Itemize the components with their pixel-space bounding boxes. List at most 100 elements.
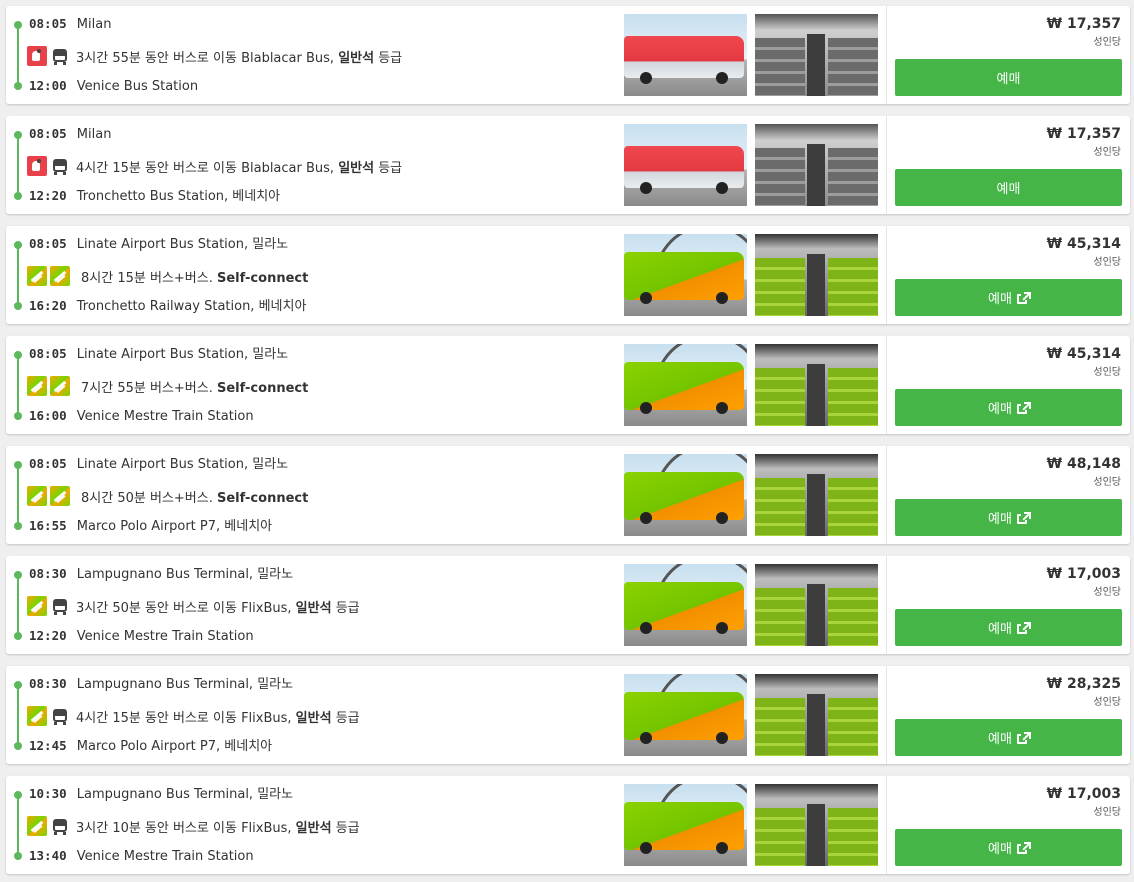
book-button[interactable]: 예매 [895, 59, 1122, 96]
result-card[interactable]: 08:05 Linate Airport Bus Station, 밀라노 7시… [6, 336, 1130, 434]
book-button[interactable]: 예매 [895, 719, 1122, 756]
arrival-dot-icon [14, 852, 22, 860]
operator-icons [27, 486, 81, 511]
book-button[interactable]: 예매 [895, 829, 1122, 866]
result-card[interactable]: 10:30 Lampugnano Bus Terminal, 밀라노 3시간 1… [6, 776, 1130, 874]
price: ₩ 48,148 [1046, 456, 1121, 472]
bus-exterior-photo[interactable] [624, 454, 747, 536]
per-person-label: 성인당 [1093, 477, 1121, 488]
bus-interior-photo[interactable] [755, 564, 878, 646]
departure-dot-icon [14, 791, 22, 799]
price: ₩ 17,003 [1046, 566, 1121, 582]
book-button-label: 예매 [996, 182, 1021, 197]
route-timeline [17, 354, 19, 416]
route-timeline [17, 134, 19, 196]
arrival-time: 12:20 [29, 628, 67, 643]
departure-row: 08:30 Lampugnano Bus Terminal, 밀라노 [29, 676, 293, 693]
arrival-row: 12:45 Marco Polo Airport P7, 베네치아 [29, 738, 272, 755]
flixbus-icon [27, 706, 47, 726]
trip-description: 3시간 50분 동안 버스로 이동 FlixBus, 일반석 등급 [76, 600, 360, 616]
price: ₩ 28,325 [1046, 676, 1121, 692]
departure-station: Milan [76, 17, 112, 32]
arrival-time: 12:45 [29, 738, 67, 753]
departure-station: Lampugnano Bus Terminal, 밀라노 [76, 567, 294, 582]
departure-station: Linate Airport Bus Station, 밀라노 [76, 237, 289, 252]
arrival-dot-icon [14, 412, 22, 420]
book-button[interactable]: 예매 [895, 279, 1122, 316]
operator-icons [27, 266, 81, 291]
arrival-row: 16:00 Venice Mestre Train Station [29, 408, 254, 425]
trip-summary: 4시간 15분 동안 버스로 이동 FlixBus, 일반석 등급 [27, 706, 360, 731]
result-card[interactable]: 08:05 Linate Airport Bus Station, 밀라노 8시… [6, 226, 1130, 324]
book-button[interactable]: 예매 [895, 169, 1122, 206]
external-link-icon [1016, 841, 1031, 854]
bus-exterior-photo[interactable] [624, 344, 747, 426]
result-card[interactable]: 08:30 Lampugnano Bus Terminal, 밀라노 4시간 1… [6, 666, 1130, 764]
arrival-station: Venice Mestre Train Station [76, 849, 254, 864]
departure-dot-icon [14, 131, 22, 139]
departure-time: 08:05 [29, 346, 67, 361]
trip-summary: 8시간 50분 버스+버스. Self-connect [27, 486, 308, 511]
bus-exterior-photo[interactable] [624, 784, 747, 866]
blablacar-icon [27, 46, 47, 66]
result-card[interactable]: 08:30 Lampugnano Bus Terminal, 밀라노 3시간 5… [6, 556, 1130, 654]
per-person-label: 성인당 [1093, 587, 1121, 598]
trip-summary: 7시간 55분 버스+버스. Self-connect [27, 376, 308, 401]
bus-icon [52, 708, 68, 726]
departure-dot-icon [14, 351, 22, 359]
trip-description: 7시간 55분 버스+버스. Self-connect [81, 380, 309, 396]
trip-summary: 8시간 15분 버스+버스. Self-connect [27, 266, 308, 291]
route-timeline [17, 24, 19, 86]
departure-dot-icon [14, 681, 22, 689]
arrival-time: 16:20 [29, 298, 67, 313]
departure-dot-icon [14, 571, 22, 579]
trip-description: 3시간 55분 동안 버스로 이동 Blablacar Bus, 일반석 등급 [76, 50, 403, 66]
departure-station: Milan [76, 127, 112, 142]
bus-exterior-photo[interactable] [624, 234, 747, 316]
bus-exterior-photo[interactable] [624, 14, 747, 96]
departure-station: Linate Airport Bus Station, 밀라노 [76, 347, 289, 362]
flixbus-icon [27, 376, 47, 396]
flixbus-icon [27, 596, 47, 616]
external-link-icon [1016, 511, 1031, 524]
departure-row: 10:30 Lampugnano Bus Terminal, 밀라노 [29, 786, 293, 803]
per-person-label: 성인당 [1093, 807, 1121, 818]
bus-interior-photo[interactable] [755, 674, 878, 756]
bus-exterior-photo[interactable] [624, 124, 747, 206]
departure-dot-icon [14, 461, 22, 469]
bus-icon [52, 158, 68, 176]
per-person-label: 성인당 [1093, 147, 1121, 158]
bus-interior-photo[interactable] [755, 14, 878, 96]
bus-exterior-photo[interactable] [624, 674, 747, 756]
arrival-station: Venice Bus Station [76, 79, 199, 94]
result-card[interactable]: 08:05 Linate Airport Bus Station, 밀라노 8시… [6, 446, 1130, 544]
bus-interior-photo[interactable] [755, 344, 878, 426]
bus-interior-photo[interactable] [755, 454, 878, 536]
trip-description: 8시간 50분 버스+버스. Self-connect [81, 490, 309, 506]
result-card[interactable]: 08:05 Milan 3시간 55분 동안 버스로 이동 Blablacar … [6, 6, 1130, 104]
price-divider [886, 776, 887, 874]
price-divider [886, 556, 887, 654]
route-timeline [17, 244, 19, 306]
book-button[interactable]: 예매 [895, 609, 1122, 646]
arrival-dot-icon [14, 742, 22, 750]
operator-icons [27, 156, 76, 181]
external-link-icon [1016, 621, 1031, 634]
bus-interior-photo[interactable] [755, 784, 878, 866]
departure-time: 08:30 [29, 676, 67, 691]
bus-exterior-photo[interactable] [624, 564, 747, 646]
arrival-dot-icon [14, 302, 22, 310]
departure-dot-icon [14, 241, 22, 249]
result-card[interactable]: 08:05 Milan 4시간 15분 동안 버스로 이동 Blablacar … [6, 116, 1130, 214]
arrival-time: 12:20 [29, 188, 67, 203]
bus-icon [52, 48, 68, 66]
departure-station: Lampugnano Bus Terminal, 밀라노 [76, 677, 294, 692]
bus-interior-photo[interactable] [755, 124, 878, 206]
bus-interior-photo[interactable] [755, 234, 878, 316]
departure-station: Lampugnano Bus Terminal, 밀라노 [76, 787, 294, 802]
book-button[interactable]: 예매 [895, 389, 1122, 426]
book-button[interactable]: 예매 [895, 499, 1122, 536]
price-divider [886, 226, 887, 324]
arrival-time: 16:00 [29, 408, 67, 423]
route-timeline [17, 574, 19, 636]
